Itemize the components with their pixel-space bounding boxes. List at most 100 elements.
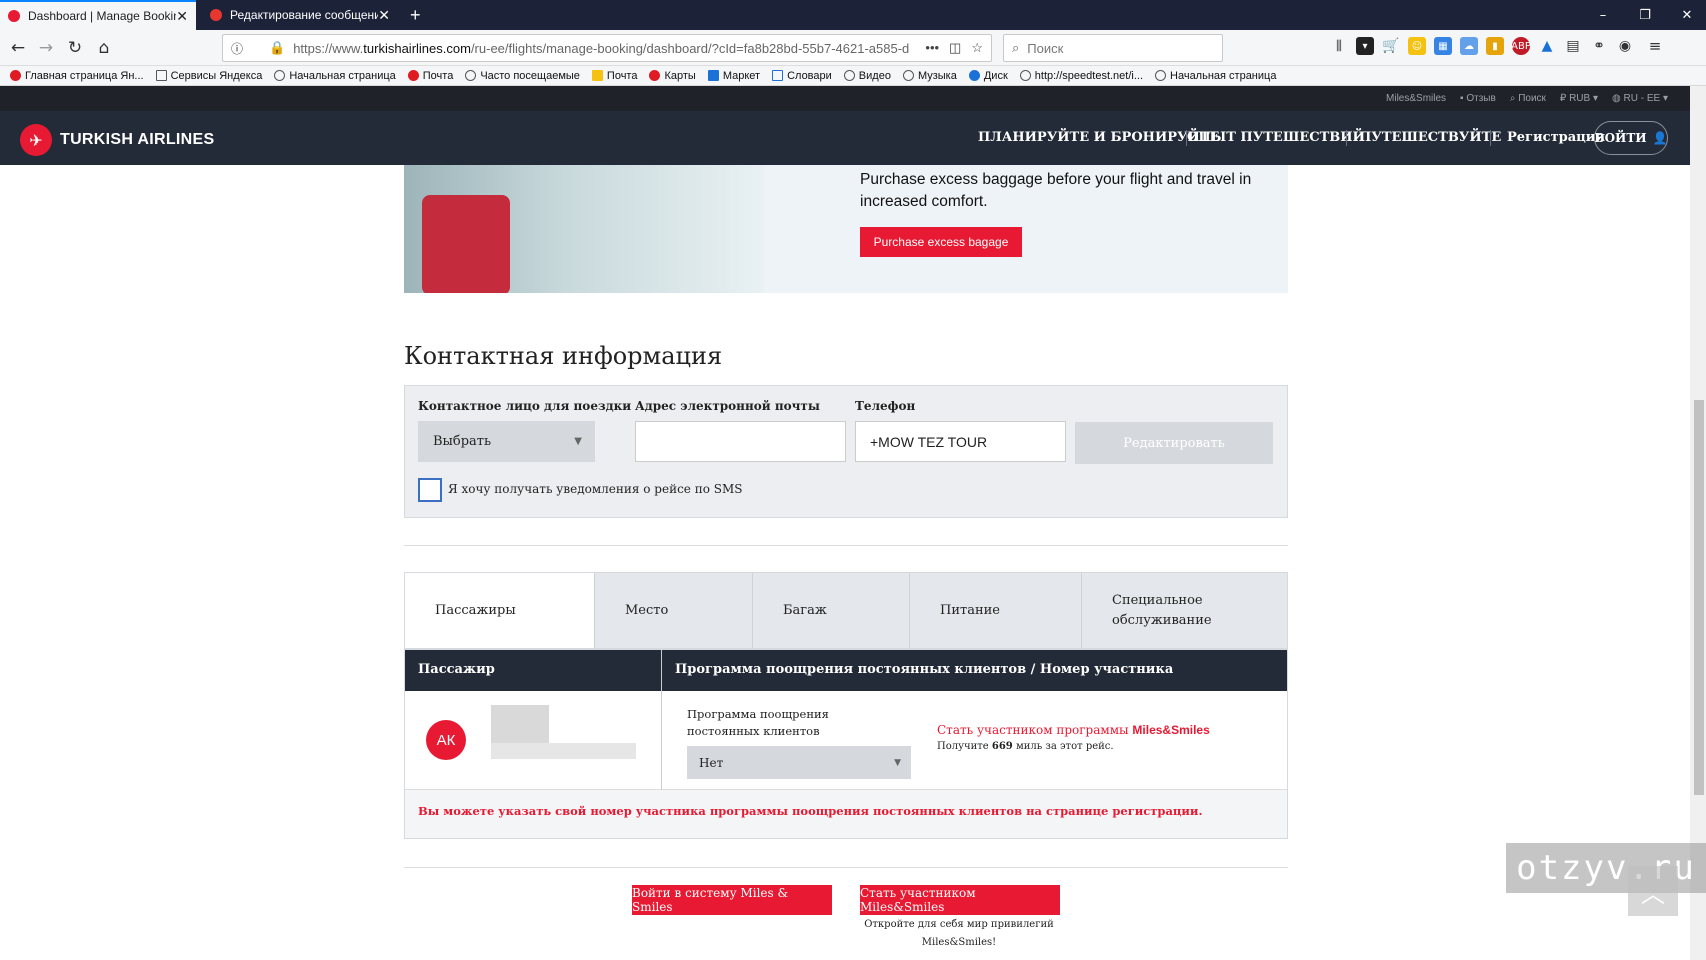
pocket-icon[interactable]: ◫ <box>949 40 961 56</box>
promo-text: Purchase excess baggage before your flig… <box>860 171 1252 210</box>
bookmark-item[interactable]: Музыка <box>902 70 957 82</box>
tab-edit-message[interactable]: Редактирование сообщения ✕ <box>202 0 398 30</box>
reader-icon[interactable]: ▤ <box>1564 37 1582 55</box>
feedback-link[interactable]: ▪ Отзыв <box>1460 93 1496 104</box>
turkish-airlines-logo[interactable]: ✈ TURKISH AIRLINES <box>20 124 214 156</box>
bookmark-item[interactable]: Сервисы Яндекса <box>155 70 262 82</box>
tab-special-service[interactable]: Специальное обслуживание <box>1081 573 1287 648</box>
phone-field[interactable]: +MOW TEZ TOUR <box>855 421 1066 462</box>
join-program-link[interactable]: Стать участником программы Miles&Smiles <box>937 723 1210 737</box>
avatar: АК <box>426 720 466 760</box>
miles-login-button[interactable]: Войти в систему Miles & Smiles <box>632 885 832 915</box>
ffp-warning: Вы можете указать свой номер участника п… <box>418 804 1203 818</box>
bookmark-item[interactable]: Почта <box>407 70 453 82</box>
minimize-icon[interactable]: – <box>1580 0 1626 30</box>
url-path: /ru-ee/flights/manage-booking/dashboard/… <box>470 40 910 56</box>
back-icon[interactable]: ← <box>6 37 30 59</box>
mail-icon <box>591 70 603 81</box>
smiley-icon[interactable]: ☺ <box>1408 37 1426 55</box>
miles-note: Получите 669 миль за этот рейс. <box>937 741 1114 752</box>
tab-meal[interactable]: Питание <box>909 573 1081 648</box>
user-icon: 👤 <box>1652 131 1668 145</box>
nav-travel-experience[interactable]: ОПЫТ ПУТЕШЕСТВИЙ <box>1187 130 1365 145</box>
table-row: АК Программа поощрения постоянных клиент… <box>405 691 1287 790</box>
toolbar-extensions: ⫼ ▾ 🛒 ☺ ▦ ☁ ▮ ABP ▲ ▤ ⚭ ◉ ≡ <box>1330 37 1664 55</box>
bookmark-item[interactable]: Начальная страница <box>274 70 396 82</box>
email-label: Адрес электронной почты <box>635 399 820 413</box>
close-tab-icon[interactable]: ✕ <box>176 8 188 25</box>
bookmark-item[interactable]: http://speedtest.net/i... <box>1019 70 1143 82</box>
cart-icon[interactable]: 🛒 <box>1382 37 1400 55</box>
sms-checkbox[interactable] <box>418 478 442 502</box>
crane-logo-icon: ✈ <box>20 124 52 156</box>
site-search-link[interactable]: ⌕ Поиск <box>1510 93 1546 104</box>
sync-icon[interactable]: ⚭ <box>1590 37 1608 55</box>
login-button[interactable]: ВОЙТИ 👤 <box>1594 121 1668 155</box>
gear-icon <box>465 70 477 81</box>
chevron-down-icon: ▾ <box>1660 93 1668 104</box>
extension-icon[interactable]: ▾ <box>1356 37 1374 55</box>
nav-checkin[interactable]: Регистрация <box>1507 130 1605 145</box>
suitcase-illustration <box>422 195 510 293</box>
nav-travel[interactable]: ПУТЕШЕСТВУЙТЕ <box>1359 130 1501 145</box>
tab-title: Dashboard | Manage Booking | <box>28 9 176 23</box>
more-actions-icon[interactable]: ••• <box>925 40 939 56</box>
restore-icon[interactable]: ❐ <box>1622 0 1668 30</box>
bookmark-item[interactable]: Видео <box>843 70 891 82</box>
purchase-excess-baggage-button[interactable]: Purchase excess bagage <box>860 227 1022 257</box>
dictionary-icon <box>772 70 784 81</box>
logo-text: TURKISH AIRLINES <box>60 131 215 148</box>
new-tab-button[interactable]: + <box>402 0 432 30</box>
bookmark-item[interactable]: Карты <box>649 70 696 82</box>
contact-info-title: Контактная информация <box>404 342 723 370</box>
close-window-icon[interactable]: ✕ <box>1664 0 1706 30</box>
bookmark-item[interactable]: Словари <box>772 70 832 82</box>
close-tab-icon[interactable]: ✕ <box>378 7 390 24</box>
bookmark-item[interactable]: Часто посещаемые <box>465 70 580 82</box>
library-icon[interactable]: ⫼ <box>1330 37 1348 55</box>
extension-icon[interactable]: ▦ <box>1434 37 1452 55</box>
url-domain: turkishairlines.com <box>363 40 471 56</box>
edit-contact-button[interactable]: Редактировать <box>1075 422 1273 464</box>
bookmark-item[interactable]: Начальная страница <box>1155 70 1276 82</box>
bookmark-item[interactable]: Почта <box>591 70 637 82</box>
drive-icon[interactable]: ▲ <box>1538 37 1556 55</box>
currency-selector[interactable]: ₽ RUB ▾ <box>1560 93 1598 104</box>
bookmark-star-icon[interactable]: ☆ <box>971 40 983 56</box>
tab-passengers[interactable]: Пассажиры <box>405 573 594 648</box>
site-favicon-icon <box>210 9 222 21</box>
bookmark-item[interactable]: Диск <box>968 70 1008 82</box>
tab-dashboard[interactable]: Dashboard | Manage Booking | ✕ <box>0 0 196 30</box>
globe-icon <box>274 70 286 81</box>
adblock-icon[interactable]: ABP <box>1511 37 1531 55</box>
miles-join-button[interactable]: Стать участником Miles&Smiles <box>860 885 1060 915</box>
miles-smiles-link[interactable]: Miles&Smiles <box>1386 93 1446 104</box>
contact-person-select[interactable]: Выбрать ▼ <box>418 421 595 462</box>
menu-icon[interactable]: ≡ <box>1646 37 1664 55</box>
scroll-to-top-icon[interactable]: ︿ <box>1628 866 1678 916</box>
reload-icon[interactable]: ↻ <box>63 37 87 59</box>
info-icon[interactable]: ⓘ <box>231 40 243 57</box>
tab-baggage[interactable]: Багаж <box>752 573 909 648</box>
bookmark-item[interactable]: Маркет <box>707 70 760 82</box>
account-icon[interactable]: ◉ <box>1616 37 1634 55</box>
forward-icon[interactable]: → <box>34 37 58 59</box>
home-icon[interactable]: ⌂ <box>92 37 116 59</box>
bookmark-item[interactable]: Главная страница Ян... <box>10 70 144 82</box>
contact-info-form: Контактное лицо для поездки Выбрать ▼ Ад… <box>404 385 1288 518</box>
scrollbar-thumb[interactable] <box>1694 400 1704 795</box>
cloud-icon[interactable]: ☁ <box>1460 37 1478 55</box>
browser-search-input[interactable]: ⌕ Поиск <box>1003 34 1223 62</box>
globe-icon <box>1155 70 1167 81</box>
bookmark-icon[interactable]: ▮ <box>1486 37 1504 55</box>
program-select[interactable]: Нет ▼ <box>687 746 911 779</box>
url-bar[interactable]: ⓘ 🔒 https://www. turkishairlines.com/ru-e… <box>222 34 992 62</box>
tab-seat[interactable]: Место <box>594 573 752 648</box>
locale-selector[interactable]: ◍ RU - EE ▾ <box>1612 93 1668 104</box>
nav-plan-book[interactable]: ПЛАНИРУЙТЕ И БРОНИРУЙТЕ <box>978 130 1219 145</box>
search-placeholder: Поиск <box>1027 40 1064 56</box>
url-prefix: https://www. <box>293 40 364 56</box>
nav-divider <box>1346 130 1347 146</box>
email-field[interactable] <box>635 421 846 462</box>
site-utility-bar: Miles&Smiles ▪ Отзыв ⌕ Поиск ₽ RUB ▾ ◍ R… <box>0 86 1690 111</box>
